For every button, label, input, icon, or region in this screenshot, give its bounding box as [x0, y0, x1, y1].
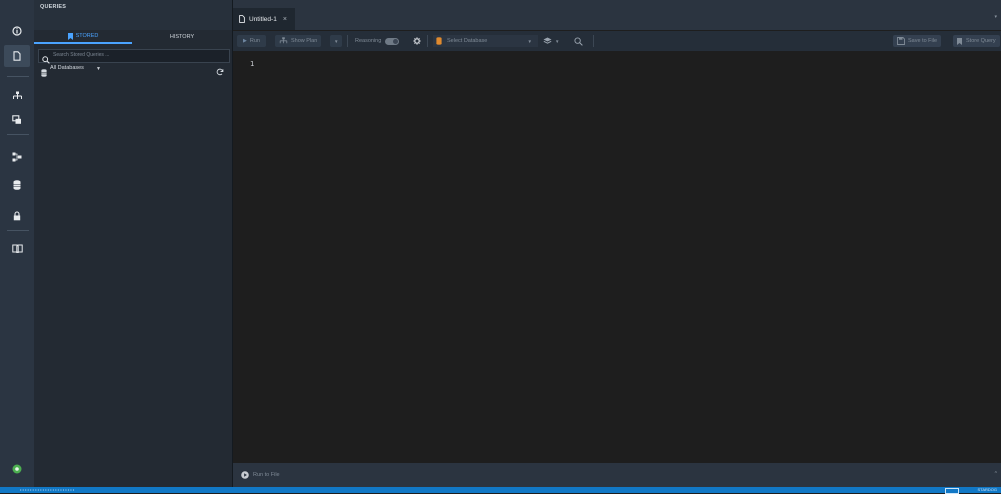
chevron-down-icon: ▼: [527, 38, 532, 44]
database-icon: [436, 37, 442, 45]
book-icon[interactable]: [0, 238, 34, 260]
search-stored-queries-input[interactable]: Search Stored Queries ...: [38, 49, 230, 64]
chevron-down-icon: ▼: [96, 66, 101, 72]
database-icon[interactable]: [0, 174, 34, 196]
schema-icon[interactable]: [0, 85, 34, 107]
reasoning-label: Reasoning: [355, 38, 382, 44]
database-icon: [41, 64, 47, 82]
chevron-down-icon: ▼: [555, 38, 560, 44]
query-editor[interactable]: [233, 51, 1001, 463]
refresh-icon[interactable]: [216, 63, 224, 81]
save-to-file-label: Save to File: [908, 38, 938, 44]
document-icon[interactable]: [0, 45, 34, 67]
pipeline-icon[interactable]: [0, 146, 34, 168]
search-icon: [574, 36, 583, 46]
editor-tab-bar: Untitled-1 × ▾: [233, 0, 1001, 30]
status-ok-icon[interactable]: [0, 458, 34, 480]
tab-stored[interactable]: STORED: [34, 30, 132, 44]
lock-icon[interactable]: [0, 205, 34, 227]
play-circle-icon: [241, 471, 249, 479]
select-database-label: Select Database: [447, 38, 488, 44]
toolbar-divider: [347, 35, 348, 47]
results-bar: Run to File ^: [233, 463, 1001, 487]
chevron-up-icon[interactable]: ^: [995, 471, 997, 477]
toolbar-divider: [427, 35, 428, 47]
reasoning-switch[interactable]: [385, 37, 400, 45]
models-icon[interactable]: [0, 109, 34, 131]
line-number: 1: [250, 60, 255, 68]
database-filter-select[interactable]: All Databases ▼: [38, 63, 228, 77]
status-bar: • • • • • • • • • • • • • • • • • • • • …: [0, 487, 1001, 494]
reasoning-toggle[interactable]: Reasoning: [355, 35, 400, 47]
status-brand: STARDOG: [977, 487, 997, 492]
show-plan-button[interactable]: Show Plan: [275, 35, 322, 47]
gear-icon[interactable]: [413, 35, 421, 47]
queries-panel: QUERIES STORED HISTORY Search Stored Que…: [34, 0, 233, 487]
bookmark-icon: [957, 37, 962, 45]
queries-title: QUERIES: [40, 4, 67, 10]
toolbar-divider: [593, 35, 594, 47]
search-button[interactable]: [574, 35, 583, 47]
nav-divider: [7, 134, 29, 135]
chevron-down-icon[interactable]: ▾: [994, 14, 997, 20]
keyboard-icon: [945, 488, 959, 494]
bookmark-icon: [67, 32, 73, 40]
search-placeholder: Search Stored Queries ...: [53, 52, 110, 58]
query-toolbar: ▶ Run Show Plan ▼ Reasoning Select Datab…: [233, 31, 1001, 51]
nav-divider: [7, 76, 29, 77]
save-to-file-button[interactable]: Save to File: [893, 35, 942, 47]
nav-divider: [7, 230, 29, 231]
chevron-down-icon: ▼: [334, 38, 339, 44]
database-filter-label: All Databases: [50, 65, 84, 71]
document-icon: [239, 15, 245, 23]
run-label: Run: [249, 38, 260, 44]
icon-bar: [0, 0, 34, 487]
tab-stored-label: STORED: [75, 33, 99, 39]
show-plan-dropdown[interactable]: ▼: [330, 35, 343, 47]
save-icon: [897, 37, 905, 45]
run-button[interactable]: ▶ Run: [237, 35, 266, 47]
store-query-button[interactable]: Store Query: [953, 35, 1000, 47]
tab-history[interactable]: HISTORY: [132, 30, 232, 44]
layers-icon: [543, 37, 552, 44]
show-plan-label: Show Plan: [291, 38, 318, 44]
store-query-label: Store Query: [966, 38, 996, 44]
close-icon[interactable]: ×: [283, 16, 287, 23]
play-icon: ▶: [243, 38, 247, 44]
run-to-file-button[interactable]: Run to File: [241, 469, 280, 481]
info-icon[interactable]: [0, 20, 34, 42]
status-text: • • • • • • • • • • • • • • • • • • • • …: [20, 487, 75, 492]
editor-tab[interactable]: Untitled-1 ×: [233, 8, 295, 30]
layers-dropdown[interactable]: ▼: [543, 35, 559, 47]
select-database-dropdown[interactable]: Select Database ▼: [433, 35, 538, 47]
plan-icon: [279, 37, 288, 44]
tab-history-label: HISTORY: [169, 34, 195, 40]
editor-tab-name: Untitled-1: [249, 15, 277, 23]
run-to-file-label: Run to File: [253, 472, 280, 478]
